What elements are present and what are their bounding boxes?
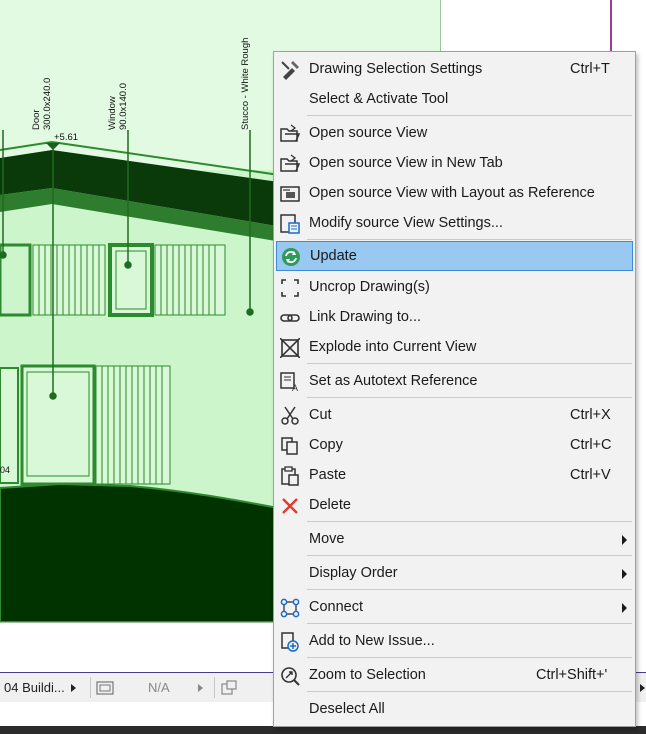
taskbar-edge <box>0 726 646 734</box>
uncrop-icon <box>281 279 299 297</box>
connect-icon <box>280 598 300 618</box>
menu-item-paste[interactable]: Paste Ctrl+V <box>276 462 633 490</box>
layer-arrow-icon[interactable] <box>198 673 210 702</box>
menu-item-copy[interactable]: Copy Ctrl+C <box>276 432 633 460</box>
stucco-tag: Stucco - White Rough <box>240 37 251 130</box>
paste-icon <box>281 466 299 486</box>
menu-item-uncrop-drawing[interactable]: Uncrop Drawing(s) <box>276 274 633 302</box>
update-icon <box>282 248 300 266</box>
copy-icon <box>281 437 298 455</box>
door <box>20 364 96 486</box>
layer-combo-glyph <box>96 680 114 695</box>
scissors-icon <box>281 406 299 425</box>
elevation-label: +5.61 <box>54 132 79 143</box>
menu-item-link-drawing-to[interactable]: Link Drawing to... <box>276 304 633 332</box>
menu-item-delete[interactable]: Delete <box>276 492 633 520</box>
partial-number-label: 04 <box>0 465 11 475</box>
delete-icon <box>282 498 298 514</box>
context-menu: Drawing Selection Settings Ctrl+T Select… <box>273 51 636 727</box>
view-name: 04 Buildi... <box>4 680 65 695</box>
window-tag: Window 90.0x140.0 <box>107 82 129 130</box>
menu-item-open-source-view-new-tab[interactable]: Open source View in New Tab <box>276 150 633 178</box>
menu-item-set-autotext-reference[interactable]: A Set as Autotext Reference <box>276 368 633 396</box>
layout-reference-icon <box>280 186 300 202</box>
menu-item-add-to-new-issue[interactable]: Add to New Issue... <box>276 628 633 656</box>
terrain <box>0 482 301 623</box>
layer-value[interactable]: N/A <box>148 673 188 702</box>
link-icon <box>280 314 300 322</box>
open-folder-icon <box>280 154 300 172</box>
view-selector[interactable]: 04 Buildi... <box>4 673 88 702</box>
menu-item-explode-into-current-view[interactable]: Explode into Current View <box>276 334 633 362</box>
autotext-icon: A <box>280 372 298 392</box>
menu-item-connect[interactable]: Connect <box>276 594 633 622</box>
submenu-arrow-icon <box>622 535 627 545</box>
open-folder-icon <box>280 124 300 142</box>
menu-item-zoom-to-selection[interactable]: Zoom to Selection Ctrl+Shift+' <box>276 662 633 690</box>
menu-item-open-source-view-layout[interactable]: Open source View with Layout as Referenc… <box>276 180 633 208</box>
add-issue-icon <box>281 632 299 652</box>
menu-item-move[interactable]: Move <box>276 526 633 554</box>
view-settings-icon <box>280 214 300 234</box>
submenu-arrow-icon <box>622 569 627 579</box>
submenu-arrow-icon <box>622 603 627 613</box>
zoom-selection-icon <box>281 667 300 686</box>
upper-shutter-left <box>32 244 106 316</box>
drawing-settings-icon <box>281 61 299 80</box>
svg-text:A: A <box>292 383 298 392</box>
lower-shutter <box>95 365 171 485</box>
explode-icon <box>280 338 300 358</box>
menu-item-open-source-view[interactable]: Open source View <box>276 120 633 148</box>
menu-item-update[interactable]: Update <box>276 241 633 271</box>
door-tag: Door 300.0x240.0 <box>31 77 53 130</box>
menu-item-cut[interactable]: Cut Ctrl+X <box>276 402 633 430</box>
menu-item-drawing-selection-settings[interactable]: Drawing Selection Settings Ctrl+T <box>276 56 633 84</box>
layer-combo-icon[interactable] <box>96 673 120 702</box>
menu-item-modify-source-view-settings[interactable]: Modify source View Settings... <box>276 210 633 238</box>
view-selector-arrow-icon <box>70 683 76 692</box>
menu-item-deselect-all[interactable]: Deselect All <box>276 696 633 724</box>
layout-icon[interactable] <box>220 673 242 702</box>
statusbar-arrow-icon[interactable] <box>640 673 646 702</box>
menu-item-display-order[interactable]: Display Order <box>276 560 633 588</box>
menu-item-select-activate-tool[interactable]: Select & Activate Tool <box>276 86 633 114</box>
upper-shutter-right <box>154 244 226 316</box>
